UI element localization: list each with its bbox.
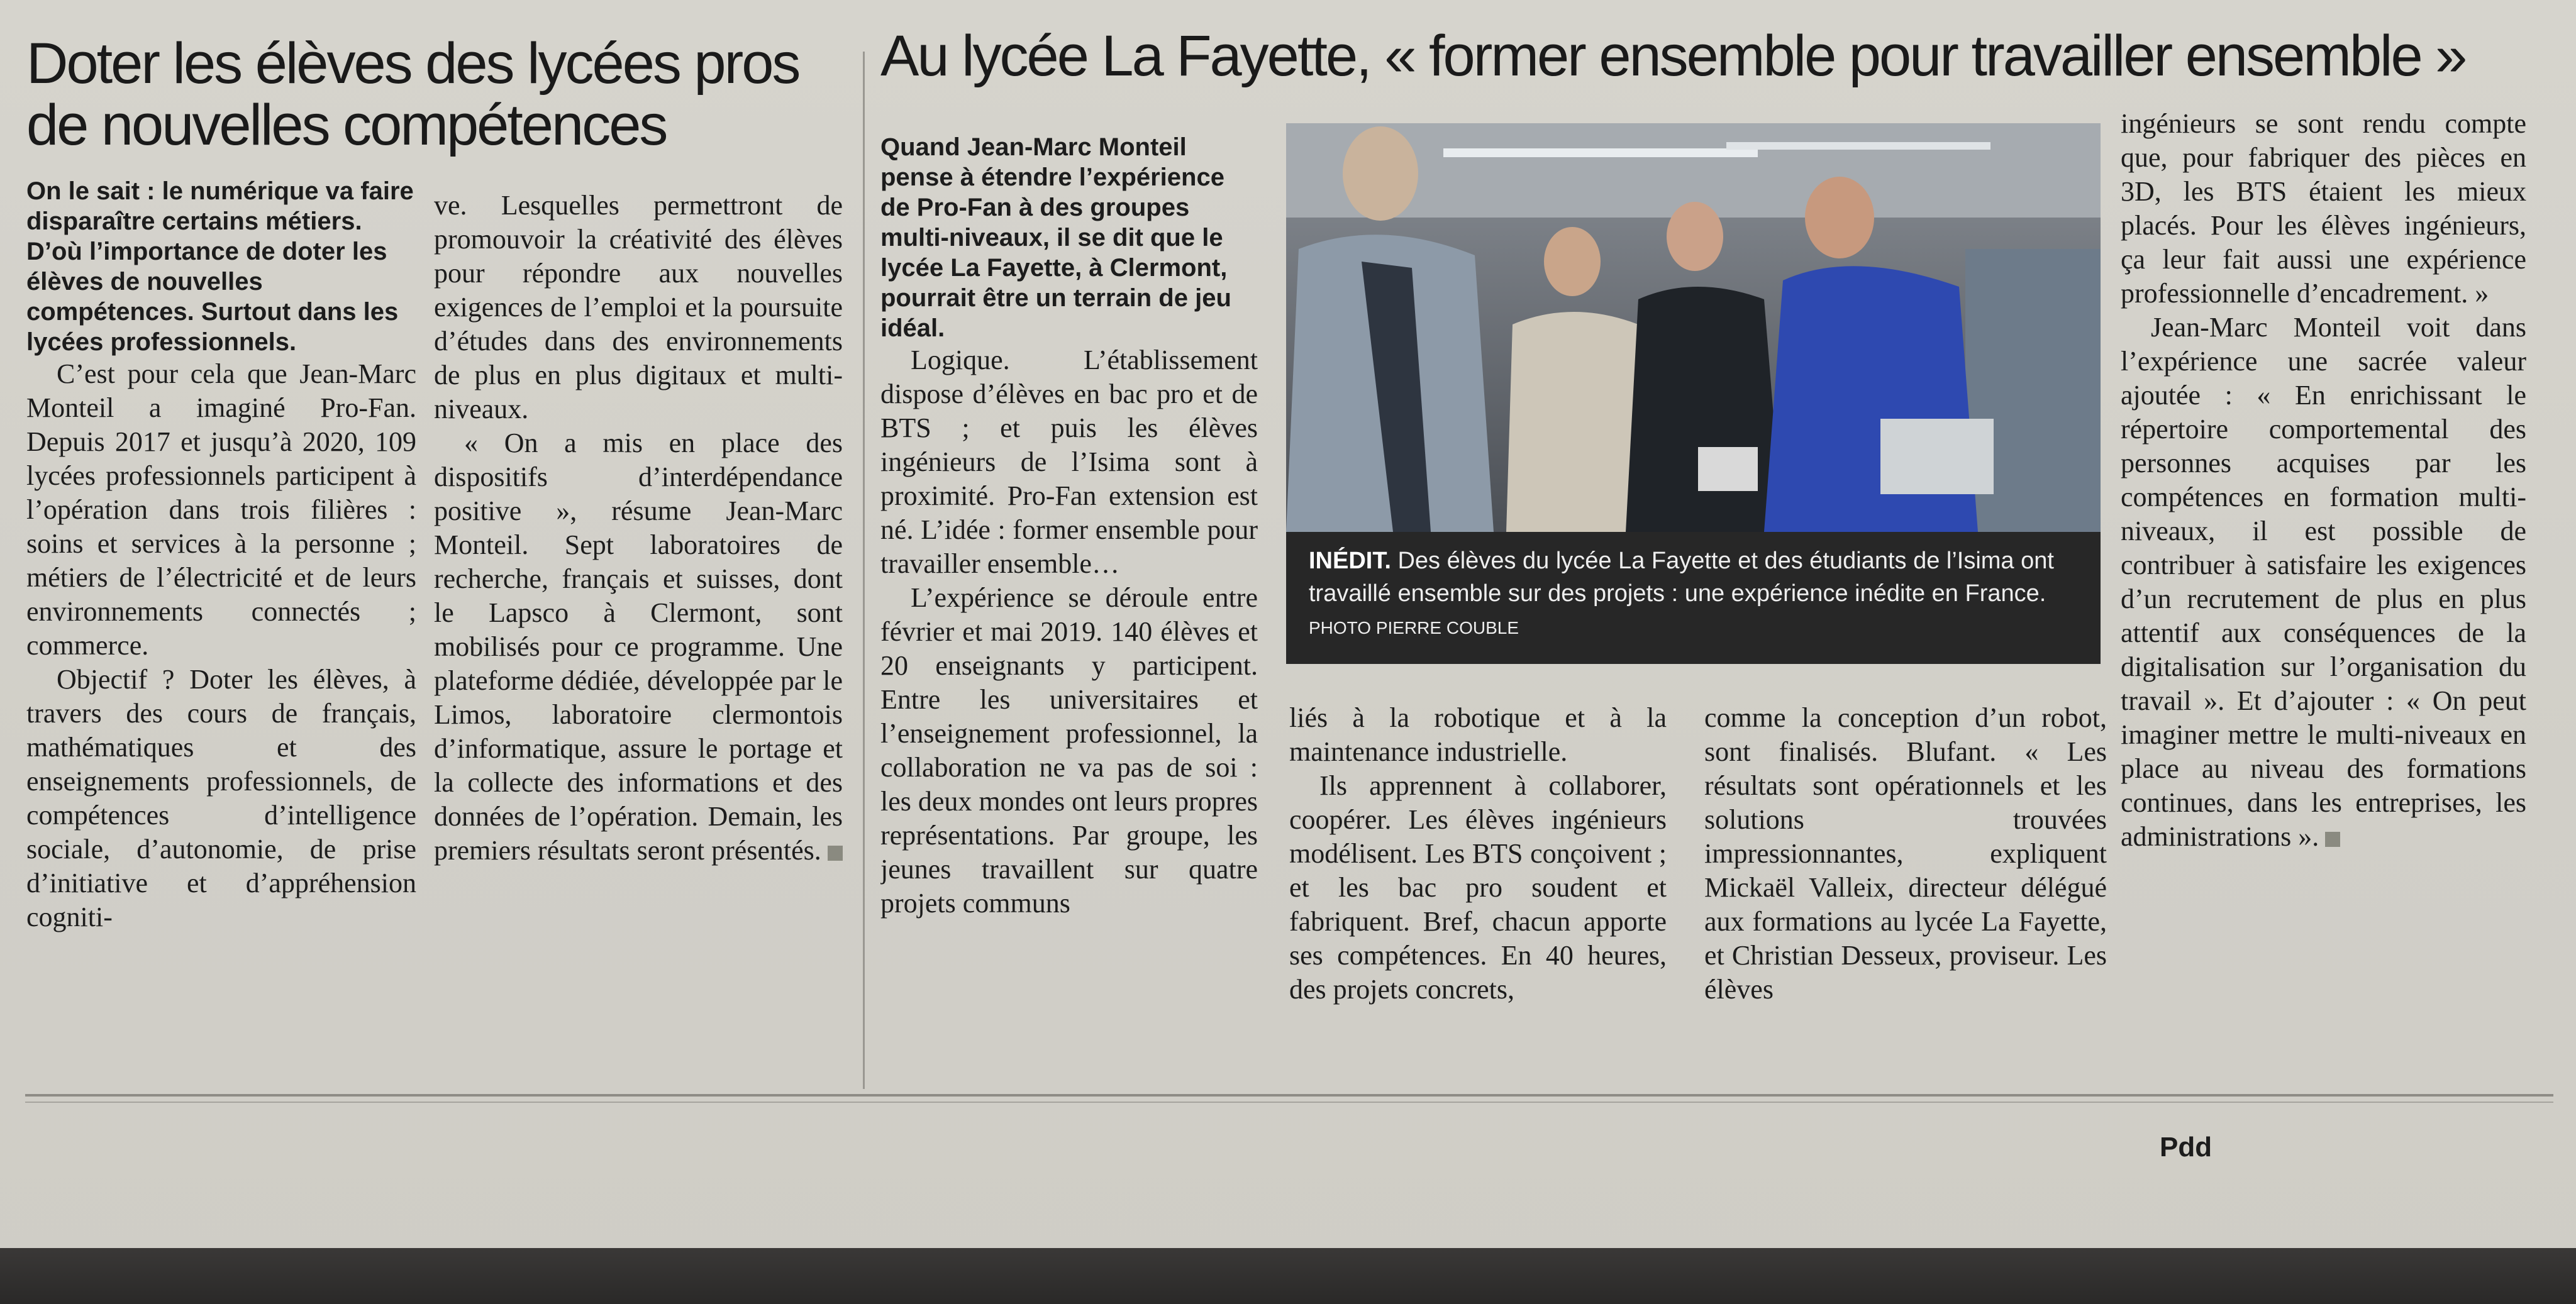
right-article-column-2: liés à la robotique et à la maintenance … — [1289, 701, 1667, 1103]
paragraph: « On a mis en place des dispositifs d’in… — [434, 428, 843, 866]
paragraph: Ils apprennent à collaborer, coopérer. L… — [1289, 770, 1667, 1005]
paragraph: ingénieurs se sont rendu compte que, pou… — [2121, 108, 2526, 309]
end-mark-icon — [827, 845, 843, 861]
left-article-column-1: On le sait : le numérique va faire dispa… — [26, 176, 416, 1100]
paragraph: L’expérience se déroule entre février et… — [880, 582, 1258, 919]
left-title-line1: Doter les élèves des lycées pros — [26, 31, 801, 96]
paragraph: Logique. L’établissement dispose d’élève… — [880, 345, 1258, 579]
paragraph: ve. Lesquelles permettront de promouvoir… — [434, 190, 843, 424]
right-article-column-1: Quand Jean-Marc Monteil pense à étendre … — [880, 132, 1258, 1100]
author-signature: Pdd — [2160, 1132, 2212, 1163]
paragraph: liés à la robotique et à la maintenance … — [1289, 702, 1667, 767]
photo-credit: PHOTO PIERRE COUBLE — [1309, 618, 1519, 638]
bottom-rule — [25, 1094, 2553, 1097]
paragraph: Jean-Marc Monteil voit dans l’expérience… — [2121, 312, 2526, 852]
workshop-photo-illustration — [1286, 123, 2101, 532]
scan-shadow — [0, 1248, 2576, 1304]
left-article-title: Doter les élèves des lycées pros de nouv… — [26, 31, 801, 157]
paragraph: comme la conception d’un robot, sont fin… — [1704, 702, 2107, 1005]
photo-caption: INÉDIT. Des élèves du lycée La Fayette e… — [1286, 532, 2101, 664]
right-article-column-3: comme la conception d’un robot, sont fin… — [1704, 701, 2107, 1103]
caption-text: Des élèves du lycée La Fayette et des ét… — [1309, 548, 2054, 607]
right-article-column-4: ingénieurs se sont rendu compte que, pou… — [2121, 107, 2526, 1100]
paragraph: Objectif ? Doter les élèves, à travers d… — [26, 664, 416, 932]
left-article-column-2: ve. Lesquelles permettront de promouvoir… — [434, 189, 843, 1100]
right-article-title: Au lycée La Fayette, « former ensemble p… — [880, 24, 2467, 88]
paragraph: C’est pour cela que Jean-Marc Monteil a … — [26, 358, 416, 661]
article-photo: INÉDIT. Des élèves du lycée La Fayette e… — [1286, 123, 2101, 664]
left-article-lead: On le sait : le numérique va faire dispa… — [26, 177, 414, 356]
bottom-rule-thin — [25, 1102, 2553, 1103]
end-mark-icon — [2325, 831, 2341, 847]
column-divider — [863, 52, 865, 1089]
caption-tag: INÉDIT. — [1309, 548, 1391, 574]
right-article-lead: Quand Jean-Marc Monteil pense à étendre … — [880, 133, 1231, 342]
left-title-line2: de nouvelles compétences — [26, 93, 668, 157]
